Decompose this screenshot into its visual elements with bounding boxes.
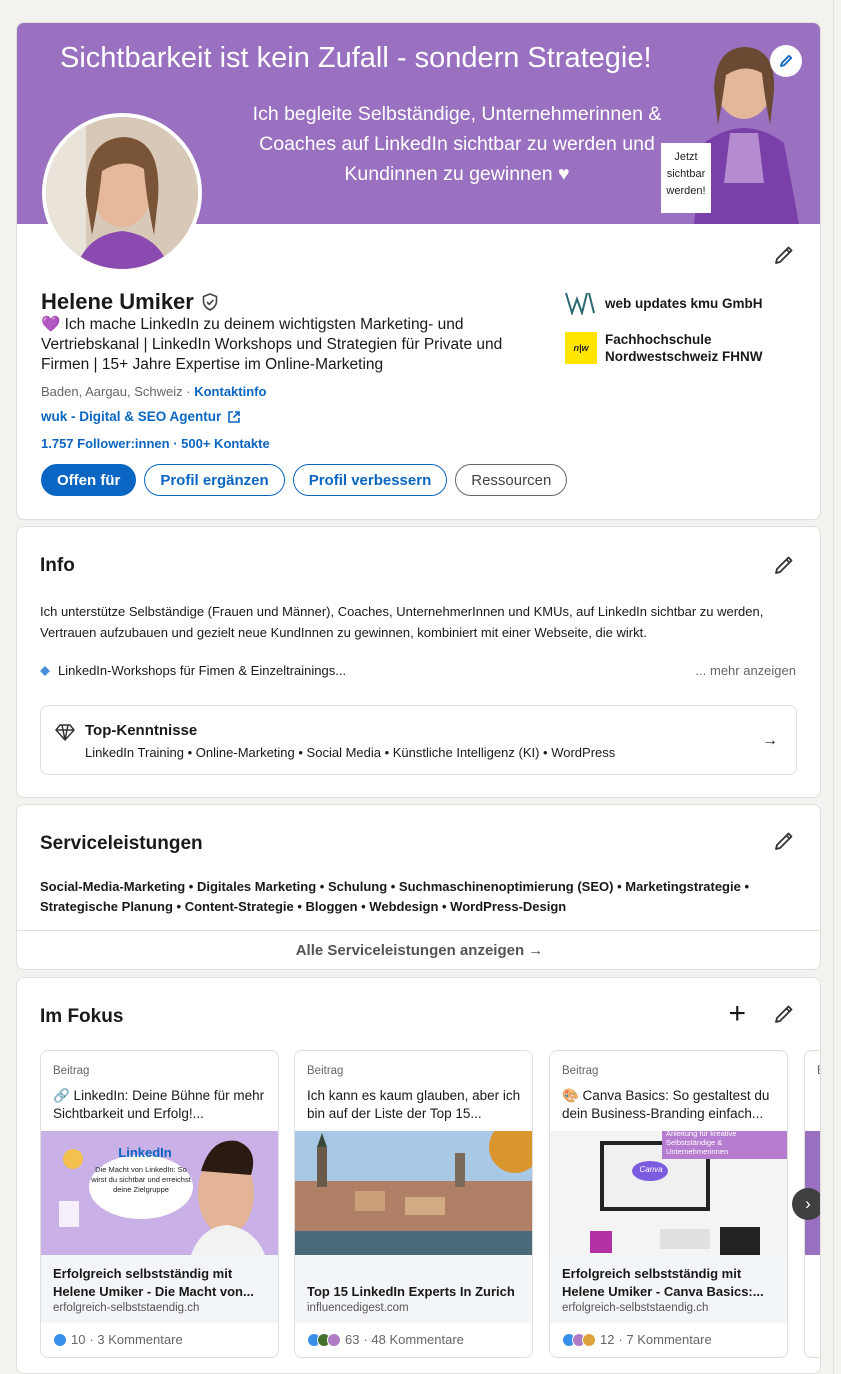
add-profile-section-button[interactable]: Profil ergänzen [144, 464, 285, 496]
reaction-count: 63 [345, 1332, 360, 1347]
avatar-photo [46, 117, 198, 269]
show-more-link[interactable]: ... mehr anzeigen [696, 663, 796, 678]
banner-headline: Sichtbarkeit ist kein Zufall - sondern S… [60, 42, 652, 74]
pencil-icon [780, 54, 793, 67]
profile-avatar[interactable] [42, 113, 202, 273]
edit-services-pencil-icon[interactable] [772, 829, 796, 853]
reaction-count: 10 [71, 1332, 86, 1347]
services-title: Serviceleistungen [40, 833, 203, 854]
org-item-fhnw[interactable]: n|w Fachhochschule Nordwestschweiz FHNW [565, 331, 805, 365]
featured-title: Im Fokus [40, 1006, 124, 1027]
post-type-label: Beitrag [53, 1065, 90, 1077]
zurich-city-image [295, 1131, 532, 1255]
post-link-domain: influencedigest.com [307, 1302, 409, 1314]
info-bullet: LinkedIn-Workshops für Fimen & Einzeltra… [40, 663, 346, 678]
arrow-right-icon: → [762, 732, 778, 749]
post-type-label: Beitrag [307, 1065, 344, 1077]
network-stats: 1.757 Follower:innen · 500+ Kontakte [41, 436, 270, 451]
featured-post-card[interactable]: Beitrag 🎨 Canva Basics: So gestaltest du… [549, 1050, 788, 1358]
location-text: Baden, Aargau, Schweiz · [41, 384, 191, 399]
post-type-label: Beitrag [562, 1065, 599, 1077]
post-image: LinkedIn Die Macht von LinkedIn: So wirs… [41, 1131, 278, 1255]
services-list: Social-Media-Marketing • Digitales Marke… [40, 879, 749, 914]
post-image-caption-2: Die Macht von LinkedIn: So wirst du sich… [91, 1165, 191, 1194]
post-image-caption-2: Canva [639, 1165, 663, 1174]
profile-organizations: web updates kmu GmbH n|w Fachhochschule … [565, 287, 805, 377]
post-engagement[interactable]: 63 · 48 Kommentare [307, 1332, 464, 1347]
enhance-profile-button[interactable]: Profil verbessern [292, 464, 448, 496]
top-skills-box[interactable]: Top-Kenntnisse LinkedIn Training • Onlin… [40, 705, 797, 775]
post-type-label: Be [817, 1065, 820, 1077]
edit-featured-pencil-icon[interactable] [772, 1002, 796, 1026]
connections-link[interactable]: · 500+ Kontakte [173, 436, 269, 451]
org-name: Fachhochschule Nordwestschweiz FHNW [605, 332, 763, 364]
post-link-preview[interactable]: Top 15 LinkedIn Experts In Zurich influe… [295, 1255, 532, 1323]
insightful-reaction-icon [582, 1332, 596, 1347]
edit-banner-button[interactable] [770, 45, 802, 77]
reaction-count: 12 [600, 1332, 615, 1347]
banner-subline: Ich begleite Selbständige, Unternehmerin… [252, 103, 662, 185]
post-text: Ich kann es kaum glauben, aber ich bin a… [307, 1088, 521, 1121]
org-item-web-updates[interactable]: web updates kmu GmbH [565, 287, 805, 319]
services-section: Serviceleistungen Social-Media-Marketing… [16, 804, 821, 970]
featured-section: Im Fokus + Beitrag 🔗 LinkedIn: Deine Büh… [16, 977, 821, 1374]
info-bullet-text: LinkedIn-Workshops für Fimen & Einzeltra… [58, 663, 347, 678]
info-text: Ich unterstütze Selbständige (Frauen und… [40, 604, 764, 640]
post-link-domain: erfolgreich-selbststaendig.ch [53, 1302, 200, 1314]
top-skills-list: LinkedIn Training • Online-Marketing • S… [85, 745, 616, 760]
show-all-services-button[interactable]: Alle Serviceleistungen anzeigen → [17, 930, 820, 969]
comment-count: · 7 Kommentare [618, 1332, 712, 1347]
edit-intro-pencil-icon[interactable] [772, 243, 796, 267]
resources-button[interactable]: Ressourcen [455, 464, 568, 496]
add-featured-plus-icon[interactable]: + [728, 999, 746, 1029]
wu-logo-icon [565, 292, 595, 315]
open-to-button[interactable]: Offen für [41, 464, 137, 496]
org-name: web updates kmu GmbH [605, 295, 763, 311]
web-updates-logo [565, 287, 597, 319]
profile-headline: 💜 Ich mache LinkedIn zu deinem wichtigst… [41, 316, 503, 373]
featured-post-card[interactable]: Beitrag 🔗 LinkedIn: Deine Bühne für mehr… [40, 1050, 279, 1358]
diamond-gem-icon [55, 724, 75, 741]
fhnw-logo: n|w [565, 332, 597, 364]
location-line: Baden, Aargau, Schweiz · Kontaktinfo [41, 384, 266, 399]
banner-sign: Jetzt sichtbar werden! [661, 143, 711, 213]
post-text: 🎨 Canva Basics: So gestaltest du dein Bu… [562, 1088, 770, 1121]
post-text: 🔗 LinkedIn: Deine Bühne für mehr Sichtba… [53, 1088, 265, 1121]
love-reaction-icon [327, 1332, 341, 1347]
carousel-next-button[interactable]: › [792, 1188, 820, 1220]
post-link-preview[interactable]: Erfolgreich selbstständig mit Helene Umi… [41, 1255, 278, 1323]
website-link[interactable]: wuk - Digital & SEO Agentur [41, 409, 241, 424]
followers-link[interactable]: 1.757 Follower:innen [41, 436, 170, 451]
post-link-title: Erfolgreich selbstständig mit Helene Umi… [562, 1266, 764, 1299]
profile-actions: Offen für Profil ergänzen Profil verbess… [41, 464, 568, 496]
edit-info-pencil-icon[interactable] [772, 553, 796, 577]
comment-count: · 3 Kommentare [89, 1332, 183, 1347]
website-label: wuk - Digital & SEO Agentur [41, 409, 222, 424]
post-engagement[interactable]: 12 · 7 Kommentare [562, 1332, 712, 1347]
info-section: Info Ich unterstütze Selbständige (Fraue… [16, 526, 821, 798]
post-link-title: Erfolgreich selbstständig mit Helene Umi… [53, 1266, 254, 1299]
post-engagement[interactable]: 10 · 3 Kommentare [53, 1332, 183, 1347]
featured-post-card[interactable]: Beitrag Ich kann es kaum glauben, aber i… [294, 1050, 533, 1358]
page-scrollbar[interactable] [833, 0, 841, 1374]
post-link-domain: erfolgreich-selbststaendig.ch [562, 1302, 709, 1314]
blue-diamond-icon [40, 665, 50, 676]
verified-shield-icon[interactable] [200, 292, 220, 312]
post-image-caption: Anleitung für kreative Selbstständige & … [666, 1131, 737, 1156]
contact-info-link[interactable]: Kontaktinfo [194, 384, 266, 399]
chevron-right-icon: › [805, 1194, 811, 1213]
post-image-caption: LinkedIn [118, 1145, 172, 1160]
name-row: Helene Umiker [41, 289, 220, 315]
profile-top-card: Sichtbarkeit ist kein Zufall - sondern S… [16, 22, 821, 520]
post-link-title: Top 15 LinkedIn Experts In Zurich [307, 1284, 515, 1299]
post-link-preview[interactable]: Erfolgreich selbstständig mit Helene Umi… [550, 1255, 787, 1323]
like-reaction-icon [53, 1332, 67, 1347]
profile-name: Helene Umiker [41, 289, 194, 314]
info-title: Info [40, 555, 75, 576]
post-image: Anleitung für kreative Selbstständige & … [550, 1131, 787, 1255]
external-link-icon [228, 410, 241, 423]
top-skills-title: Top-Kenntnisse [85, 722, 198, 739]
comment-count: · 48 Kommentare [363, 1332, 464, 1347]
post-image [295, 1131, 532, 1255]
